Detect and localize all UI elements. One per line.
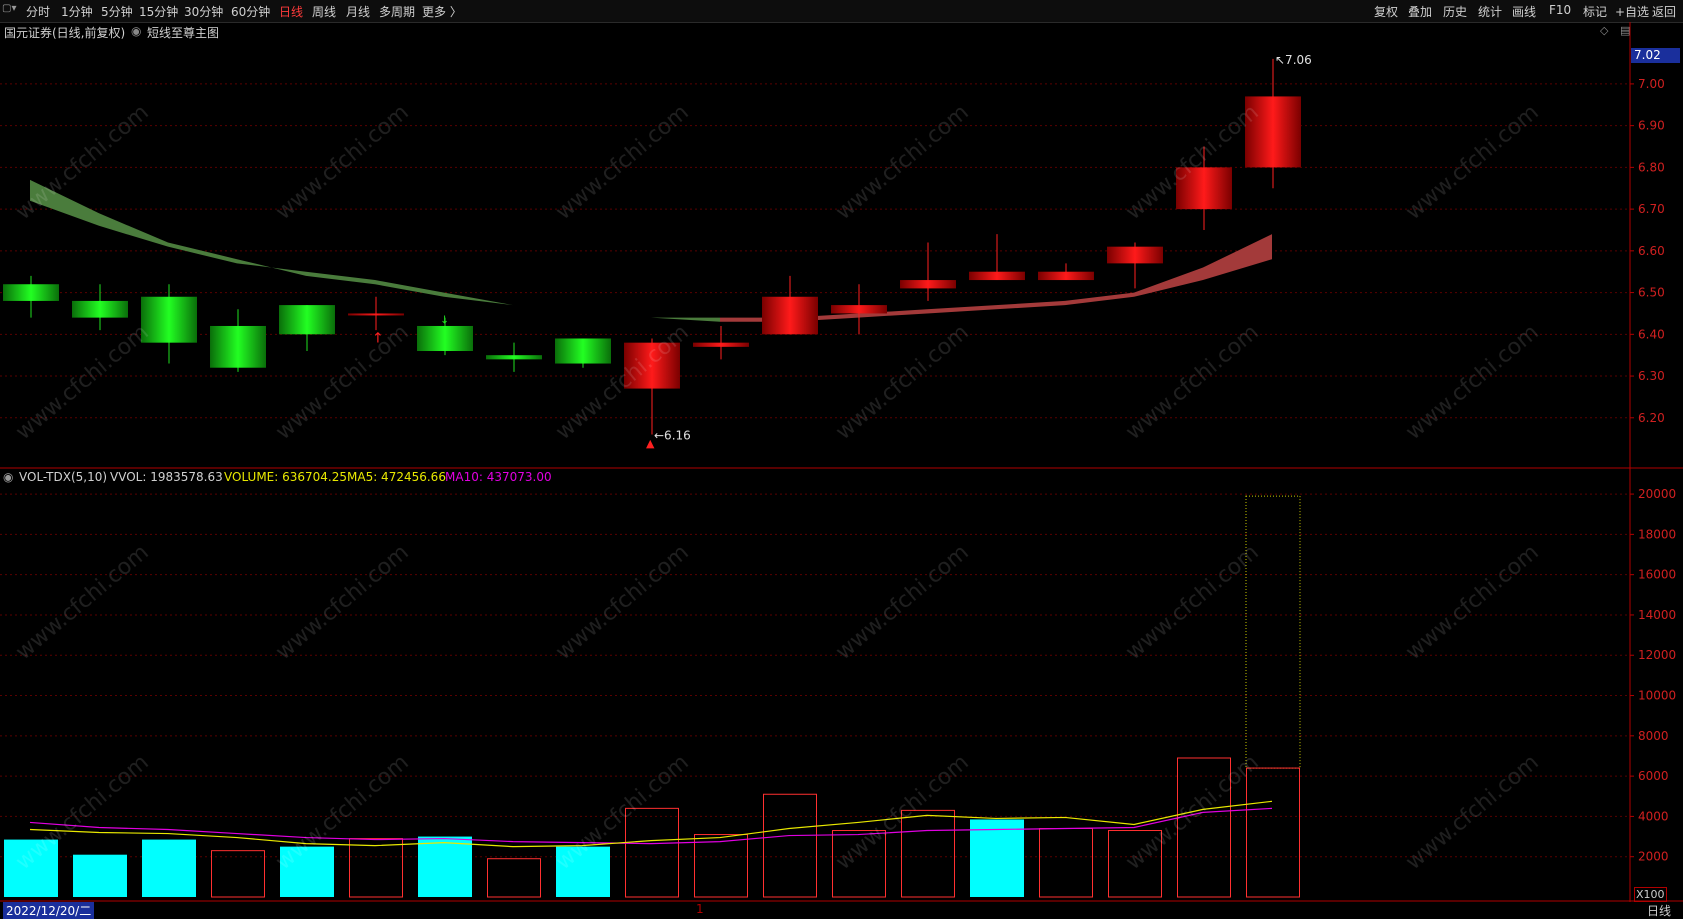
period-tab-5min[interactable]: 5分钟: [101, 3, 133, 20]
volume-bar: [418, 836, 472, 897]
period-toolbar: ▢▾ 分时 1分钟 5分钟 15分钟 30分钟 60分钟 日线 周线 月线 多周…: [0, 0, 1683, 23]
volume-bar: [832, 830, 886, 898]
candle-body: [3, 284, 59, 301]
candle-body: [72, 300, 128, 318]
volume-axis-label: 20000: [1638, 487, 1676, 501]
period-more-menu[interactable]: 更多 〉: [422, 3, 462, 20]
volume-bar: [1177, 757, 1231, 898]
draw-line-button[interactable]: 画线: [1512, 3, 1536, 20]
candle-body: [762, 296, 818, 335]
candle-body: [1245, 96, 1301, 168]
volume-axis-label: 6000: [1638, 769, 1669, 783]
volume-bar: [4, 839, 58, 897]
volume-bar: [694, 834, 748, 898]
high-price-label: ↖7.06: [1275, 53, 1312, 67]
candle-body: [348, 313, 404, 316]
period-tab-15min[interactable]: 15分钟: [139, 3, 178, 20]
volume-bar: [901, 809, 955, 898]
candle-body: [1107, 246, 1163, 264]
candle-body: [210, 325, 266, 368]
volume-bar: [556, 846, 610, 897]
volume-bar: [73, 854, 127, 897]
volume-axis-label: 18000: [1638, 527, 1676, 541]
period-tab-60min[interactable]: 60分钟: [231, 3, 270, 20]
period-tab-monthly[interactable]: 月线: [346, 3, 370, 20]
period-mode: 日线: [1647, 904, 1672, 918]
ma10-line: [29, 807, 1273, 845]
volume-bar: [625, 807, 679, 898]
collapse-icon[interactable]: ▢▾: [2, 3, 16, 14]
price-axis-label: 6.40: [1638, 327, 1665, 341]
candle-body: [831, 305, 887, 314]
mark-button[interactable]: 标记: [1583, 3, 1607, 20]
candle-body: [555, 338, 611, 364]
volume-axis-label: 14000: [1638, 608, 1676, 622]
price-chart[interactable]: 7.006.906.806.706.606.506.406.306.20↑↓▲↖…: [0, 22, 1683, 469]
down-arrow-icon: ↓: [440, 314, 449, 327]
candle-body: [417, 325, 473, 352]
month-marker: 1: [696, 902, 704, 916]
up-arrow-icon: ↑: [372, 331, 384, 347]
period-tab-daily[interactable]: 日线: [279, 3, 303, 20]
volume-axis-label: 2000: [1638, 850, 1669, 864]
history-button[interactable]: 历史: [1443, 3, 1467, 20]
candle-body: [969, 271, 1025, 281]
price-axis-label: 6.20: [1638, 411, 1665, 425]
price-axis-label: 6.50: [1638, 286, 1665, 300]
period-tab-multi[interactable]: 多周期: [379, 3, 415, 20]
add-favorite-button[interactable]: +自选: [1615, 3, 1649, 20]
period-tab-30min[interactable]: 30分钟: [184, 3, 223, 20]
price-axis-label: 6.30: [1638, 369, 1665, 383]
candle-body: [1176, 167, 1232, 210]
cursor-date: 2022/12/20/二: [3, 902, 95, 919]
volume-axis-label: 8000: [1638, 729, 1669, 743]
candle-body: [900, 280, 956, 289]
price-axis-label: 6.70: [1638, 202, 1665, 216]
volume-bar: [211, 850, 265, 898]
volume-bar: [349, 838, 403, 898]
price-axis-label: 6.80: [1638, 160, 1665, 174]
price-axis-label: 7.00: [1638, 77, 1665, 91]
f10-button[interactable]: F10: [1549, 3, 1571, 17]
volume-bar: [1108, 830, 1162, 898]
volume-bar: [142, 839, 196, 897]
period-tab-fenshi[interactable]: 分时: [26, 3, 50, 20]
low-price-label: ←6.16: [654, 428, 691, 442]
period-tab-1min[interactable]: 1分钟: [61, 3, 93, 20]
status-bar: 2022/12/20/二 1 日线: [0, 902, 1683, 919]
volume-bar: [1039, 828, 1093, 898]
volume-unit: X100: [1634, 887, 1667, 902]
volume-axis-label: 16000: [1638, 568, 1676, 582]
price-axis-label: 6.60: [1638, 244, 1665, 258]
statistics-button[interactable]: 统计: [1478, 3, 1502, 20]
candle-body: [279, 305, 335, 335]
volume-axis-label: 4000: [1638, 809, 1669, 823]
candle-body: [141, 296, 197, 343]
volume-axis-label: 10000: [1638, 689, 1676, 703]
period-tab-weekly[interactable]: 周线: [312, 3, 336, 20]
volume-bar: [970, 819, 1024, 897]
price-axis-label: 6.90: [1638, 119, 1665, 133]
volume-bar: [487, 858, 541, 898]
volume-bar: [1246, 767, 1300, 898]
volume-bar: [280, 846, 334, 897]
candle-body: [486, 355, 542, 360]
volume-bar: [763, 793, 817, 898]
current-price-badge: 7.02: [1631, 48, 1680, 63]
back-button[interactable]: 返回: [1652, 3, 1676, 20]
overlay-button[interactable]: 叠加: [1408, 3, 1432, 20]
candle-body: [693, 342, 749, 347]
candle-body: [1038, 271, 1094, 281]
volume-axis-label: 12000: [1638, 648, 1676, 662]
volume-chart[interactable]: 20000 18000 16000 14000 12000 10000 8000 6000 40…: [0, 469, 1683, 902]
volume-forecast-outline: [1245, 495, 1301, 769]
adjust-rights-button[interactable]: 复权: [1374, 3, 1398, 20]
candle-body: [624, 342, 680, 389]
